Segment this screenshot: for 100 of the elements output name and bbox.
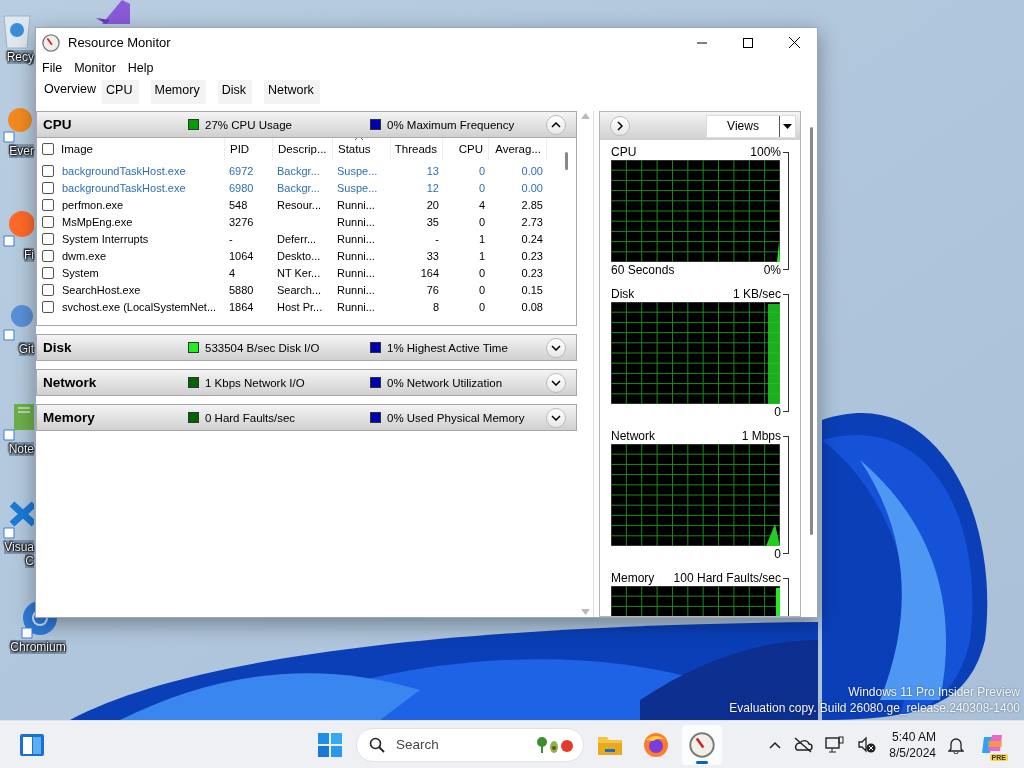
section-header[interactable]: CPU 27% CPU Usage 0% Maximum Frequency	[36, 111, 577, 138]
table-cell-text: backgroundTaskHost.exe	[61, 164, 187, 177]
column-header[interactable]: Image	[37, 138, 225, 160]
tab[interactable]: Memory	[150, 80, 206, 104]
table-cell-text: 4	[228, 266, 237, 279]
table-cell-text: Runni...	[336, 283, 376, 296]
table-cell-text: 0	[477, 300, 486, 313]
section-header[interactable]: Network 1 Kbps Network I/O 0% Network Utilization	[36, 369, 577, 396]
checkbox[interactable]	[42, 181, 54, 194]
clock-time[interactable]: 5:40 AM	[891, 728, 936, 745]
table-cell-text: Backgr...	[276, 164, 321, 177]
network-icon[interactable]	[825, 735, 846, 754]
widgets-icon	[19, 732, 45, 757]
table-cell-text: 1064	[228, 249, 255, 262]
table-cell-text: 0	[477, 266, 486, 279]
column-header[interactable]: Status	[333, 138, 391, 160]
tab[interactable]: Network	[263, 80, 320, 104]
checkbox[interactable]	[42, 249, 54, 262]
table-cell-text: MsMpEng.exe	[61, 215, 134, 228]
table-cell-text: 1864	[228, 300, 255, 313]
chevron-up-icon[interactable]	[769, 740, 782, 749]
windows-logo-icon	[318, 732, 342, 757]
table-cell-text: 35	[425, 215, 440, 228]
collapse-button[interactable]	[546, 114, 566, 135]
column-header[interactable]: PID	[225, 138, 273, 160]
table-cell-text: 6980	[228, 181, 255, 194]
table-cell-text: 0.23	[520, 266, 544, 279]
menu-item[interactable]: Help	[125, 61, 162, 75]
section-title: CPU	[43, 117, 73, 132]
table-cell-text: 0	[477, 164, 486, 177]
scrollbar-thumb[interactable]	[810, 127, 813, 535]
menu-item[interactable]: Monitor	[72, 61, 124, 75]
table-cell-text: 0	[477, 215, 486, 228]
close-icon	[788, 37, 800, 48]
collapse-pane-button[interactable]	[610, 116, 630, 136]
expand-button[interactable]	[546, 407, 566, 428]
table-cell-text: 1	[477, 249, 486, 262]
checkbox[interactable]	[42, 215, 54, 228]
checkbox[interactable]	[42, 164, 54, 177]
checkbox[interactable]	[42, 300, 54, 313]
chevron-down-icon	[551, 414, 561, 421]
chevron-up-icon	[551, 121, 561, 128]
legend-text: 533504 B/sec Disk I/O	[205, 341, 320, 354]
table-cell-text: SearchHost.exe	[61, 283, 142, 296]
table-cell-text: Search...	[276, 283, 323, 296]
legend-text: 0 Hard Faults/sec	[205, 411, 296, 424]
cloud-icon[interactable]	[793, 736, 814, 753]
graph-min: 0	[774, 405, 781, 419]
taskbar-app-button[interactable]	[682, 724, 722, 765]
menu-item[interactable]: File	[40, 61, 71, 75]
caret-down-icon	[783, 123, 792, 129]
search-bar[interactable]: Search	[356, 727, 584, 762]
tab[interactable]: Disk	[217, 80, 252, 104]
column-header[interactable]: CPU	[443, 138, 489, 160]
tab[interactable]: CPU	[102, 80, 139, 104]
gauge-icon	[689, 731, 715, 758]
table-cell-text: 0.00	[520, 181, 544, 194]
dropdown-button[interactable]	[779, 115, 795, 137]
clock-date[interactable]: 8/5/2024	[889, 744, 936, 761]
table-cell-text: perfmon.exe	[61, 198, 125, 211]
muted-speaker-icon[interactable]	[857, 735, 878, 754]
checkbox[interactable]	[42, 232, 54, 245]
bell-icon[interactable]	[948, 735, 964, 754]
table-cell-text: System Interrupts	[61, 232, 150, 245]
table-cell-text: Runni...	[336, 232, 376, 245]
table-cell-text: 0	[477, 181, 486, 194]
scrollbar-thumb[interactable]	[564, 152, 568, 170]
table-cell-text: 6972	[228, 164, 255, 177]
checkbox[interactable]	[42, 198, 54, 211]
table-cell-text: System	[61, 266, 100, 279]
column-header[interactable]: Descrip...	[273, 138, 333, 160]
checkbox[interactable]	[42, 283, 54, 296]
section-title: Disk	[43, 340, 73, 355]
column-header[interactable]: Averag...	[489, 138, 547, 160]
chevron-down-icon	[551, 379, 561, 386]
expand-button[interactable]	[546, 372, 566, 393]
checkbox[interactable]	[42, 266, 54, 279]
table-cell-text: Runni...	[336, 266, 376, 279]
table-cell-text: Backgr...	[276, 181, 321, 194]
table-cell-text: -	[434, 232, 440, 245]
table-cell-text: 0.00	[520, 164, 544, 177]
table-cell-text: 0.23	[520, 249, 544, 262]
section-header[interactable]: Memory 0 Hard Faults/sec 0% Used Physical Memory	[36, 404, 577, 431]
section-header[interactable]: Disk 533504 B/sec Disk I/O 1% Highest Active Time	[36, 334, 577, 361]
table-cell-text: 3276	[228, 215, 255, 228]
graph-title: Network	[611, 429, 655, 443]
graph-title: Disk	[611, 287, 635, 301]
graph-min: 0%	[763, 263, 781, 277]
expand-button[interactable]	[546, 337, 566, 358]
column-header[interactable]: Threads	[391, 138, 443, 160]
table-cell-text: 548	[228, 198, 249, 211]
search-icon	[369, 736, 385, 753]
table-cell-text: 13	[425, 164, 440, 177]
maximize-icon	[743, 37, 753, 48]
table-cell-text: Suspe...	[336, 181, 379, 194]
table-cell-text: 20	[425, 198, 440, 211]
checkbox[interactable]	[42, 143, 54, 155]
legend-text: 0% Used Physical Memory	[387, 411, 525, 424]
search-field[interactable]: Search	[394, 736, 526, 753]
table-cell-text: 4	[477, 198, 486, 211]
